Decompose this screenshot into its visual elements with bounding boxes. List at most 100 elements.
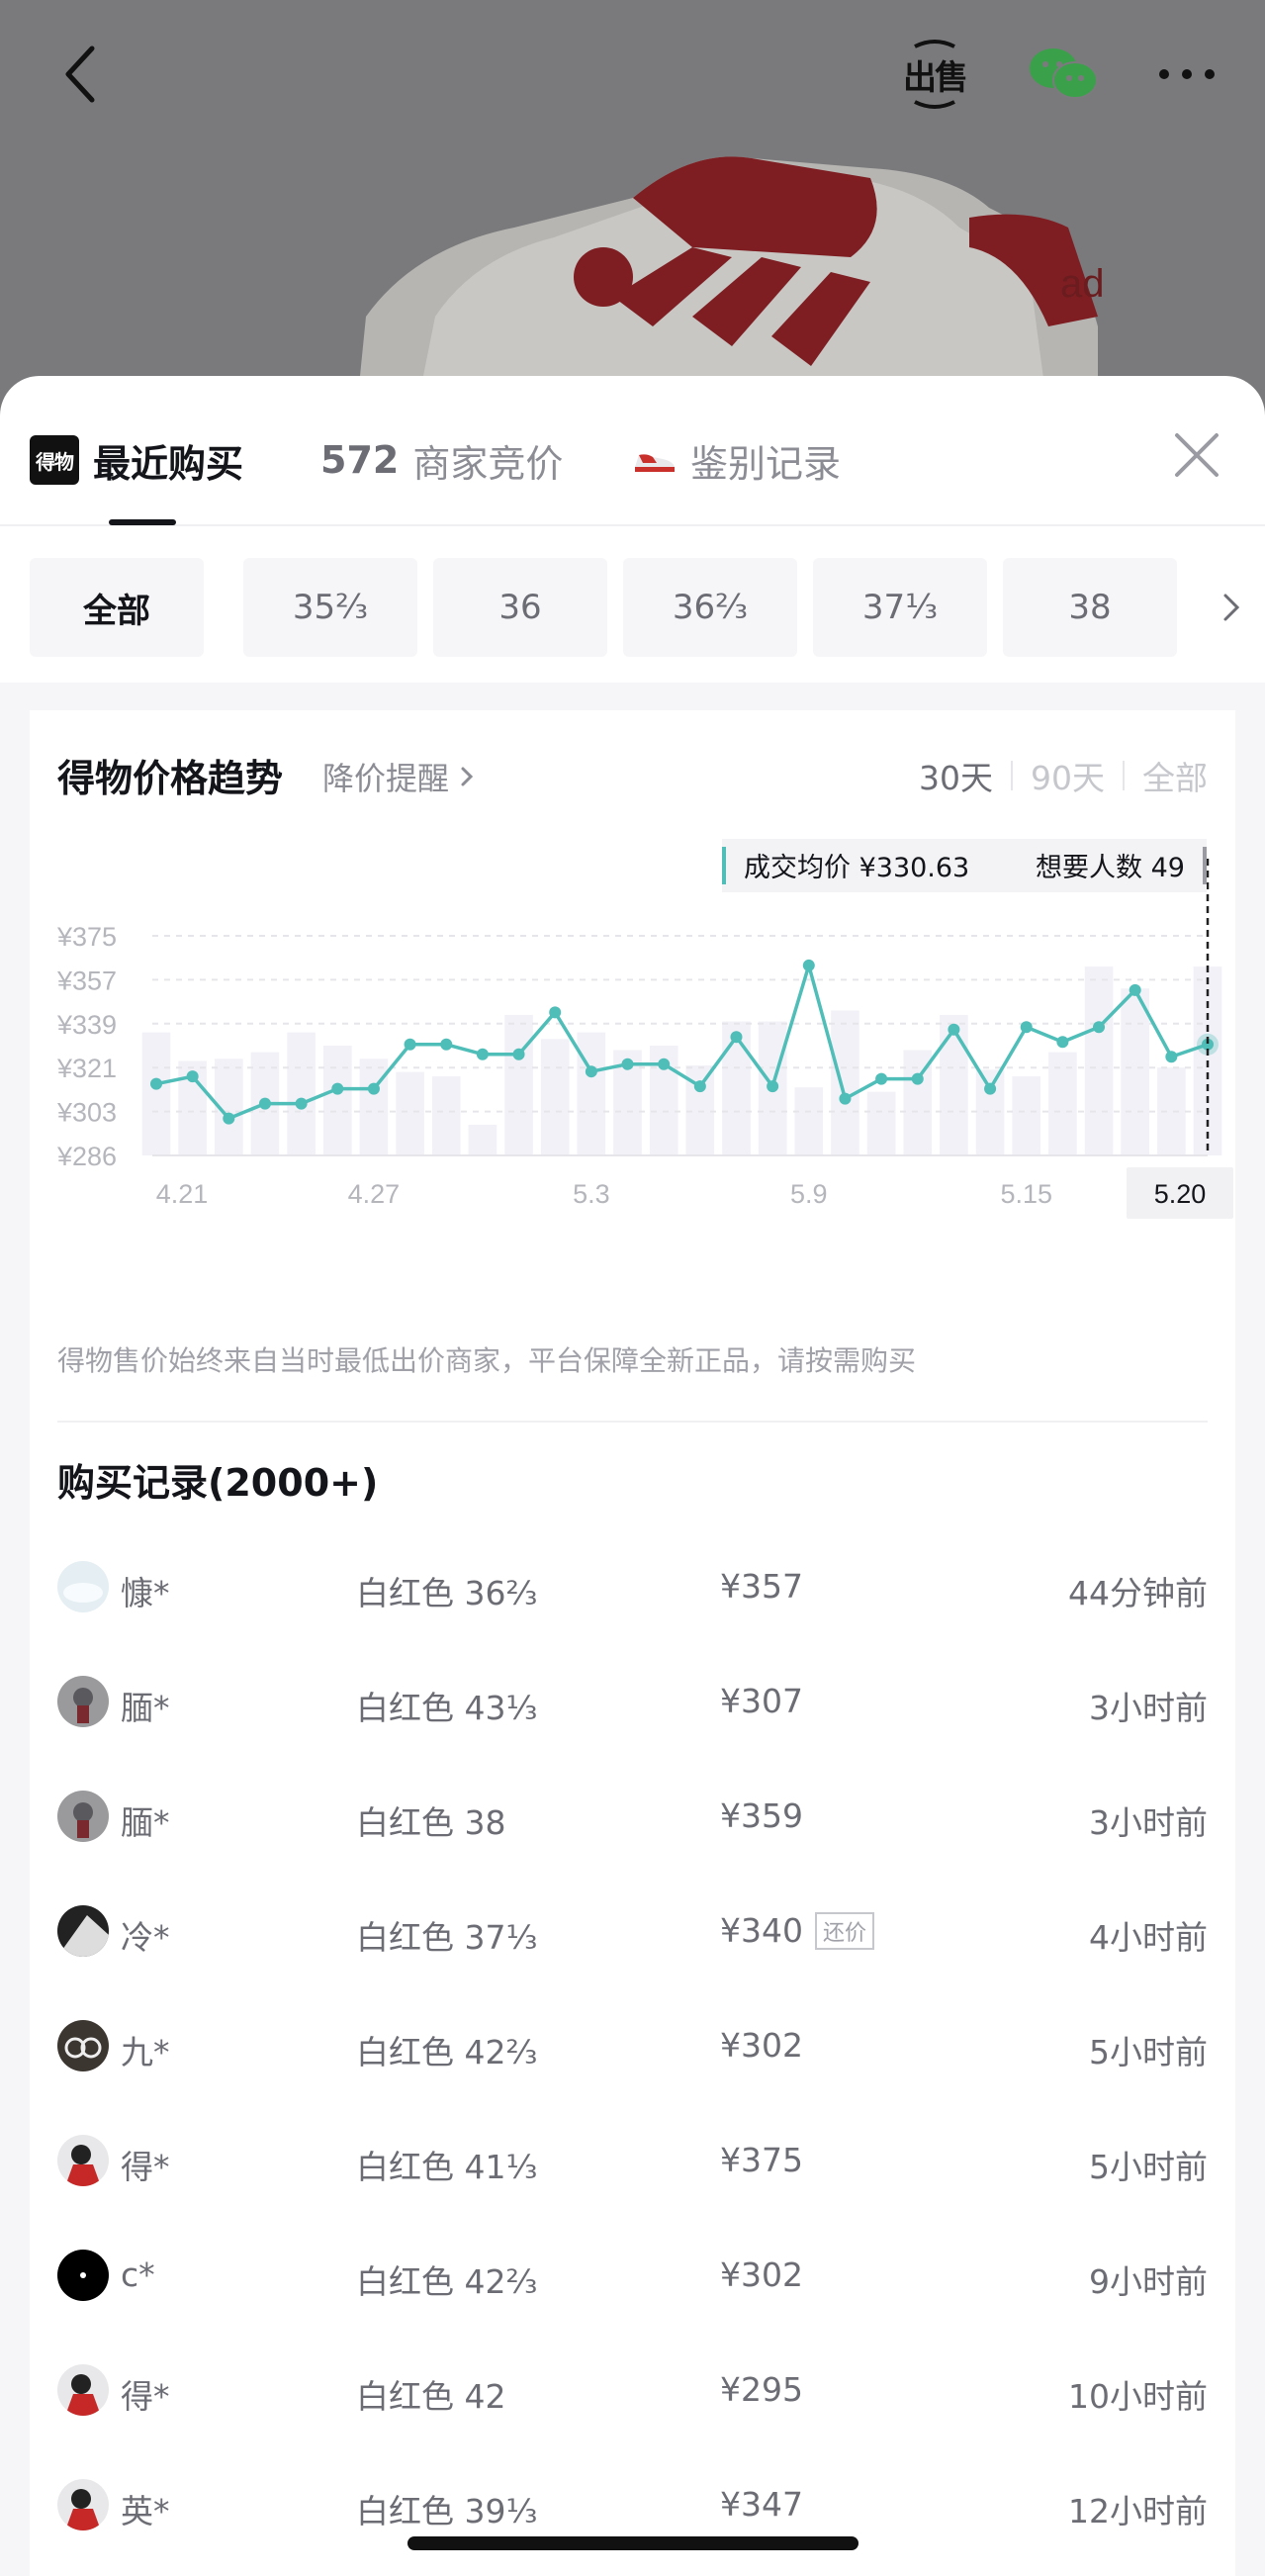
data-point [512,1048,525,1060]
tooltip-want-count: 想要人数 49 [1036,853,1185,883]
buyer-name: 得* [121,2377,170,2416]
wechat-share-button[interactable] [1019,30,1108,119]
tab-active-indicator [109,519,176,525]
data-point [948,1023,960,1036]
purchase-price-wrap: ¥302 [720,2026,803,2065]
tooltip-right-bar [1203,847,1207,884]
size-chip[interactable]: 35⅔ [243,558,417,657]
purchase-record-row[interactable]: 腼* 白红色 38 ¥359 3小时前 [30,1761,1235,1876]
purchase-record-row[interactable]: 腼* 白红色 43⅓ ¥307 3小时前 [30,1646,1235,1761]
purchase-time: 4小时前 [1089,1918,1208,1957]
volume-bar [504,1014,533,1155]
purchase-price-wrap: ¥295 [720,2370,803,2409]
purchase-price-wrap: ¥357 [720,1567,803,1606]
size-chip[interactable]: 38 [1003,558,1177,657]
purchase-size: 白红色 37⅓ [356,1918,538,1957]
more-button[interactable] [1142,30,1231,119]
purchase-time: 3小时前 [1089,1803,1208,1842]
tab-label: 商家竞价 [412,441,564,486]
purchase-price-wrap: ¥359 [720,1796,803,1835]
purchase-size: 白红色 42⅔ [356,2033,538,2071]
purchase-size: 白红色 39⅓ [356,2492,538,2530]
volume-bar [431,1076,461,1155]
wechat-icon [1030,48,1098,99]
data-point [1165,1051,1178,1063]
volume-bar [577,1032,606,1155]
volume-bar [940,1014,968,1155]
tab-recent-purchases[interactable]: 得物 最近购买 [30,435,243,486]
purchase-record-row[interactable]: 慷* 白红色 36⅔ ¥357 44分钟前 [30,1531,1235,1646]
purchase-time: 3小时前 [1089,1689,1208,1727]
volume-bar [866,1091,896,1155]
data-point [186,1070,199,1083]
price-trend-chart[interactable]: ¥375 ¥357 ¥339 ¥321 ¥303 ¥286 4.21 4.27 5.3 5.9 5.… [30,839,1235,1254]
svg-text:ad: ad [1060,262,1105,306]
size-chip[interactable]: 37⅓ [813,558,987,657]
volume-bar [322,1046,352,1155]
data-point [839,1092,852,1105]
purchase-time: 5小时前 [1089,2148,1208,2186]
purchase-record-row[interactable]: 九* 白红色 42⅔ ¥302 5小时前 [30,1990,1235,2105]
dewu-logo-icon: 得物 [30,435,79,485]
data-point [440,1038,453,1051]
purchase-price-wrap: ¥340 还价 [720,1911,874,1950]
chevron-right-icon [461,767,474,786]
data-point [693,1080,706,1093]
close-button[interactable] [1167,425,1226,485]
x-tick-label: 5.9 [790,1179,828,1209]
volume-bar [975,1069,1005,1155]
size-more-button[interactable] [1212,588,1251,627]
tab-merchant-bids[interactable]: 572 商家竞价 [320,435,564,486]
tooltip-average-price: 成交均价 ¥330.63 [744,853,969,883]
purchase-time: 9小时前 [1089,2262,1208,2301]
size-chip[interactable]: 36⅔ [623,558,797,657]
purchase-time: 10小时前 [1068,2377,1208,2416]
tab-authentication-records[interactable]: 鉴别记录 [633,435,842,486]
data-point [802,959,815,971]
data-point [1093,1021,1106,1034]
back-arrow-icon [65,46,95,103]
price-drop-alert-link[interactable]: 降价提醒 [322,754,479,799]
sneaker-icon [635,454,675,472]
purchase-record-row[interactable]: 得* 白红色 41⅓ ¥375 5小时前 [30,2105,1235,2220]
avatar [57,1676,109,1727]
purchase-record-row[interactable]: 冷* 白红色 37⅓ ¥340 还价 4小时前 [30,1876,1235,1990]
avatar [57,1791,109,1842]
tab-bar: 得物 最近购买 572 商家竞价 鉴别记录 [0,376,1265,526]
purchase-size: 白红色 38 [356,1803,506,1842]
data-point [658,1058,671,1070]
y-tick-label: ¥339 [56,1010,117,1040]
data-point [258,1097,271,1110]
range-all[interactable]: 全部 [1125,752,1208,799]
size-chip[interactable]: 36 [433,558,607,657]
buyer-name: 慷* [121,1574,170,1612]
purchase-price: ¥359 [720,1796,803,1835]
range-30d[interactable]: 30天 [901,752,1011,799]
purchase-price: ¥375 [720,2141,803,2179]
tab-label: 鉴别记录 [690,441,842,486]
volume-bar [831,1010,859,1155]
buyer-name: 九* [121,2033,170,2071]
data-point [150,1077,162,1090]
data-point [549,1006,562,1019]
size-chip-all[interactable]: 全部 [30,558,204,657]
y-tick-label: ¥375 [56,922,117,952]
avatar [57,2479,109,2530]
purchase-price: ¥357 [720,1567,803,1606]
back-button[interactable] [36,30,125,119]
purchase-price-wrap: ¥347 [720,2485,803,2524]
buyer-name: 英* [121,2492,170,2530]
purchase-price: ¥302 [720,2026,803,2065]
volume-bar [359,1058,389,1155]
data-point [875,1072,888,1085]
y-tick-label: ¥286 [56,1142,117,1171]
avatar [57,2250,109,2301]
purchase-record-row[interactable]: c* 白红色 42⅔ ¥302 9小时前 [30,2220,1235,2335]
purchase-time: 44分钟前 [1068,1574,1208,1612]
sell-button[interactable]: 出售 [890,30,979,119]
volume-bar [1121,988,1149,1155]
range-90d[interactable]: 90天 [1013,752,1123,799]
volume-bar [287,1032,316,1155]
purchase-record-row[interactable]: 得* 白红色 42 ¥295 10小时前 [30,2335,1235,2449]
purchase-size: 白红色 43⅓ [356,1689,538,1727]
